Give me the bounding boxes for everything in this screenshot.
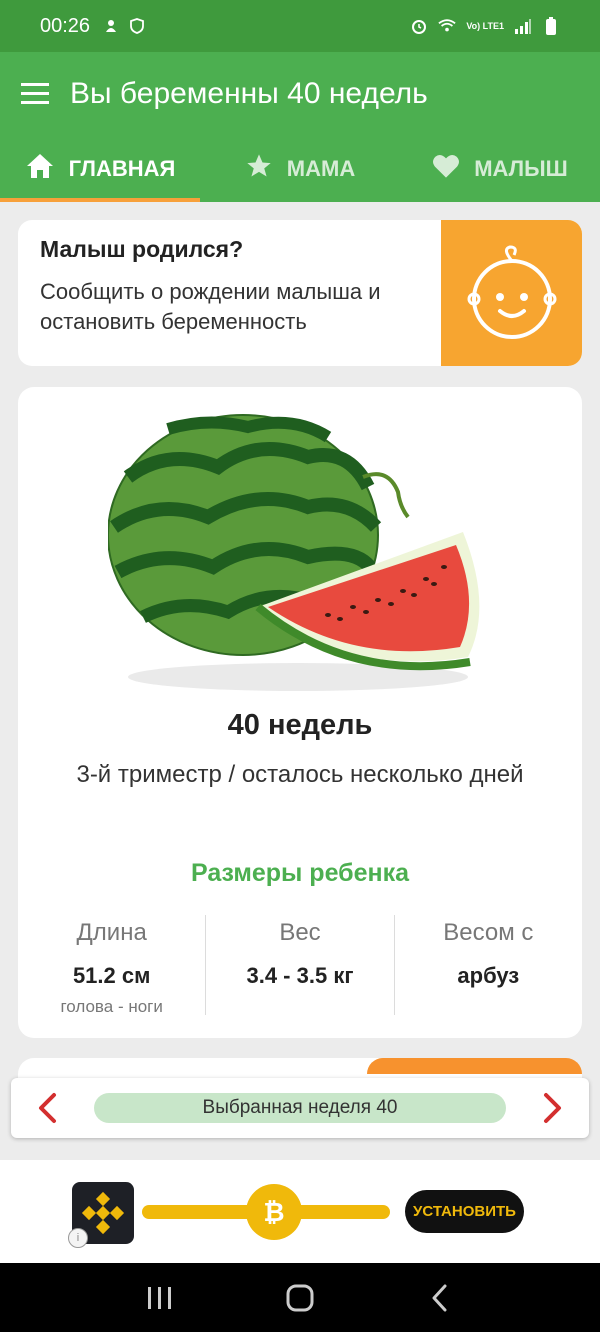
wifi-icon [438, 17, 456, 35]
tab-home[interactable]: ГЛАВНАЯ [0, 136, 200, 202]
alarm-icon [410, 17, 428, 35]
install-button[interactable]: УСТАНОВИТЬ [405, 1190, 524, 1233]
recent-apps-icon[interactable] [130, 1268, 190, 1328]
hamburger-menu-icon[interactable] [0, 52, 70, 136]
selected-week-pill[interactable]: Выбранная неделя 40 [94, 1093, 506, 1123]
stat-comparison: Весом с арбуз [393, 915, 582, 1015]
status-time: 00:26 [40, 14, 91, 37]
battery-icon [542, 17, 560, 35]
tab-baby-label: МАЛЫШ [474, 156, 568, 181]
back-icon[interactable] [410, 1268, 470, 1328]
stat-length-value: 51.2 см [72, 963, 151, 988]
system-nav-bar [0, 1263, 600, 1332]
baby-born-card[interactable]: Малыш родился? Сообщить о рождении малыш… [18, 220, 582, 366]
star-icon [245, 152, 273, 186]
tab-home-label: ГЛАВНАЯ [68, 156, 176, 181]
week-number-title: 40 недель [227, 709, 373, 741]
next-card-accent [367, 1058, 582, 1074]
baby-born-title: Малыш родился? [40, 236, 244, 262]
page-title: Вы беременны 40 недель [70, 77, 428, 110]
heart-icon [432, 153, 460, 185]
tab-mom-label: МАМА [286, 156, 356, 181]
stat-length-label: Длина [76, 919, 147, 946]
stat-length: Длина 51.2 см голова - ноги [18, 915, 205, 1016]
shield-icon [128, 17, 146, 35]
stat-comparison-label: Весом с [443, 919, 534, 946]
chevron-left-icon[interactable] [29, 1083, 65, 1133]
network-type-label: Vo) LTE1 [466, 20, 504, 31]
baby-sizes-heading: Размеры ребенка [190, 859, 410, 887]
bitcoin-icon: ₿ [246, 1184, 302, 1240]
baby-born-description: Сообщить о рождении малыша и остановить … [40, 279, 381, 334]
tab-baby[interactable]: МАЛЫШ [400, 136, 600, 202]
home-button-icon[interactable] [270, 1268, 330, 1328]
baby-stats: Длина 51.2 см голова - ноги Вес 3.4 - 3.… [18, 915, 582, 1016]
ad-info-icon[interactable]: i [68, 1228, 88, 1248]
trimester-subtitle: 3-й триместр / осталось несколько дней [76, 761, 524, 788]
app-bar: Вы беременны 40 недель [0, 52, 600, 136]
stat-weight-value: 3.4 - 3.5 кг [246, 963, 354, 988]
status-bar: 00:26 Vo) LTE1 [0, 0, 600, 52]
home-icon [25, 152, 55, 186]
chevron-right-icon[interactable] [535, 1083, 571, 1133]
tab-mom[interactable]: МАМА [200, 136, 400, 202]
baby-face-icon[interactable] [441, 220, 582, 366]
week-selector: Выбранная неделя 40 [11, 1078, 589, 1138]
tab-bar: ГЛАВНАЯ МАМА МАЛЫШ [0, 136, 600, 202]
signal-icon [514, 17, 532, 35]
watermelon-illustration [107, 407, 488, 702]
stat-weight-label: Вес [279, 919, 321, 946]
week-info-card: 40 недель 3-й триместр / осталось нескол… [18, 387, 582, 1038]
ad-banner[interactable]: ₿ УСТАНОВИТЬ i [0, 1160, 600, 1263]
stat-length-note: голова - ноги [60, 997, 163, 1016]
stat-weight: Вес 3.4 - 3.5 кг [205, 915, 393, 1015]
stat-comparison-value: арбуз [457, 963, 520, 988]
notification-icon [102, 17, 120, 35]
